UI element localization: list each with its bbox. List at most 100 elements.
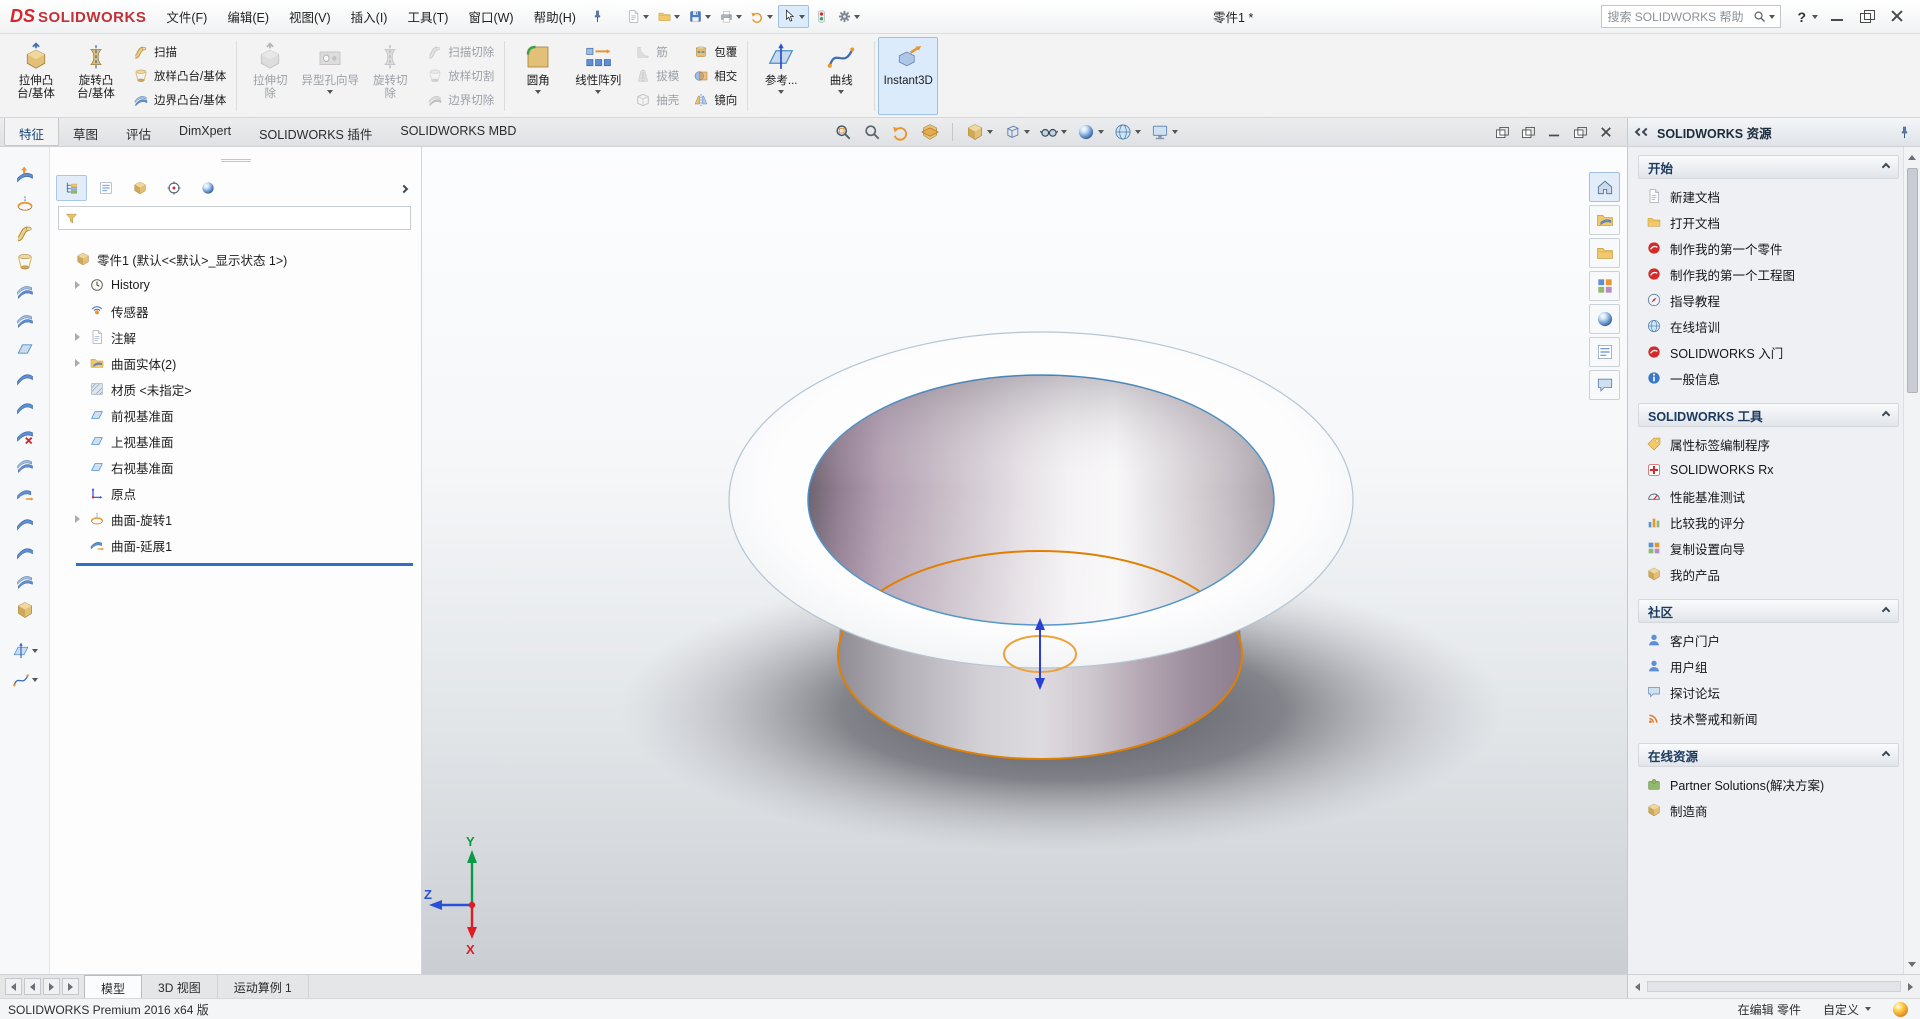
help-search-box[interactable]: 搜索 SOLIDWORKS 帮助 [1601,5,1782,28]
pin-task-pane-icon[interactable] [1897,125,1912,140]
scrollbar-thumb[interactable] [1906,168,1918,393]
tree-item-front-plane[interactable]: 前视基准面 [50,402,421,428]
property-manager-tab[interactable] [90,175,121,201]
mirror-button[interactable]: 镜向 [689,91,741,109]
wrap-button[interactable]: 包覆 [689,43,741,61]
tab-features[interactable]: 特征 [4,118,60,146]
menu-view[interactable]: 视图(V) [279,2,341,31]
tree-item-annotations[interactable]: 注解 [50,324,421,350]
rollback-bar[interactable] [76,563,413,566]
section-online-header[interactable]: 在线资源 [1638,743,1899,767]
first-tab-button[interactable] [5,978,22,995]
tree-item-origin[interactable]: 原点 [50,480,421,506]
view-orientation-button[interactable] [963,121,995,143]
feature-manager-tab[interactable] [56,175,87,201]
shell-button[interactable]: 抽壳 [631,91,683,109]
section-start-header[interactable]: 开始 [1638,155,1899,179]
surface-ruled-button[interactable] [12,366,38,390]
tab-evaluate[interactable]: 评估 [112,118,165,146]
restore-button[interactable] [1860,10,1875,23]
scroll-up-icon[interactable] [1906,150,1919,164]
manufacturers-item[interactable]: 制造商 [1638,797,1899,823]
property-tab-builder-item[interactable]: 属性标签编制程序 [1638,431,1899,457]
surface-knit-button[interactable] [12,569,38,593]
scroll-right-icon[interactable] [1904,980,1917,994]
new-document-item[interactable]: 新建文档 [1638,183,1899,209]
edit-appearance-button[interactable] [1074,121,1106,143]
dimxpert-manager-tab[interactable] [158,175,189,201]
lofted-boss-button[interactable]: 放样凸台/基体 [129,67,230,85]
hide-show-items-button[interactable] [1037,121,1069,143]
task-tab-view-palette[interactable] [1589,271,1620,301]
revolved-cut-button[interactable]: 旋转切 除 [360,37,420,115]
configuration-manager-tab[interactable] [124,175,155,201]
surface-sweep-button[interactable] [12,221,38,245]
boundary-boss-button[interactable]: 边界凸台/基体 [129,91,230,109]
surface-planar-button[interactable] [12,337,38,361]
tab-dimxpert[interactable]: DimXpert [165,118,245,146]
tree-filter-input[interactable] [58,206,411,230]
last-tab-button[interactable] [62,978,79,995]
extruded-boss-button[interactable]: 拉伸凸 台/基体 [6,37,66,115]
new-document-button[interactable] [623,6,652,27]
surface-trim-button[interactable] [12,511,38,535]
discussion-forum-item[interactable]: 探讨论坛 [1638,679,1899,705]
view-settings-button[interactable] [1148,121,1180,143]
general-info-item[interactable]: 一般信息 [1638,365,1899,391]
previous-view-button[interactable] [889,121,913,143]
task-tab-appearances[interactable] [1589,304,1620,334]
model-3d[interactable]: Y Z X [422,147,1627,974]
surface-extrude-button[interactable] [12,163,38,187]
task-tab-resources[interactable] [1589,172,1620,202]
tutorials-item[interactable]: 指导教程 [1638,287,1899,313]
collapse-task-pane-icon[interactable] [1634,127,1651,137]
tree-item-top-plane[interactable]: 上视基准面 [50,428,421,454]
extruded-cut-button[interactable]: 拉伸切 除 [240,37,300,115]
surface-untrim-button[interactable] [12,540,38,564]
help-button[interactable]: ? [1789,9,1810,25]
panel-splitter-handle[interactable] [50,147,421,173]
task-tab-design-library[interactable] [1589,205,1620,235]
intersect-button[interactable]: 相交 [689,67,741,85]
compare-score-item[interactable]: 比较我的评分 [1638,509,1899,535]
previous-tab-button[interactable] [24,978,41,995]
surface-fill-button[interactable] [12,395,38,419]
boundary-cut-button[interactable]: 边界切除 [423,91,498,109]
surface-offset-button[interactable] [12,308,38,332]
solidworks-rx-item[interactable]: SOLIDWORKS Rx [1638,457,1899,483]
curves-tool-button[interactable] [12,668,38,692]
menu-file[interactable]: 文件(F) [156,2,217,31]
options-button[interactable] [834,6,863,27]
tab-motion-study-1[interactable]: 运动算例 1 [218,975,309,998]
swept-boss-button[interactable]: 扫描 [129,43,230,61]
menu-edit[interactable]: 编辑(E) [217,2,279,31]
surface-thicken-button[interactable] [12,598,38,622]
customize-menu[interactable]: 自定义 [1823,1001,1871,1018]
status-sphere-icon[interactable] [1893,1001,1908,1017]
apply-scene-button[interactable] [1111,121,1143,143]
flyout-expand-icon[interactable] [393,177,415,199]
online-training-item[interactable]: 在线培训 [1638,313,1899,339]
revolved-boss-button[interactable]: 旋转凸 台/基体 [66,37,126,115]
doc-minimize-button[interactable] [1548,126,1560,137]
display-style-button[interactable] [1000,121,1032,143]
surface-delete-face-button[interactable] [12,424,38,448]
tech-alerts-item[interactable]: 技术警戒和新闻 [1638,705,1899,731]
surface-replace-face-button[interactable] [12,453,38,477]
tree-item-part[interactable]: 零件1 (默认<<默认>_显示状态 1>) [50,246,421,272]
tree-item-right-plane[interactable]: 右视基准面 [50,454,421,480]
my-products-item[interactable]: 我的产品 [1638,561,1899,587]
reference-geometry-tool-button[interactable] [12,639,38,663]
tree-item-surface-bodies[interactable]: 曲面实体(2) [50,350,421,376]
open-document-item[interactable]: 打开文档 [1638,209,1899,235]
doc-close-button[interactable] [1600,126,1612,137]
select-button[interactable] [777,5,809,28]
tab-model[interactable]: 模型 [84,975,143,998]
tab-solidworks-mbd[interactable]: SOLIDWORKS MBD [386,118,530,146]
draft-button[interactable]: 拔模 [631,67,683,85]
menu-help[interactable]: 帮助(H) [524,2,586,31]
copy-settings-item[interactable]: 复制设置向导 [1638,535,1899,561]
task-pane-horizontal-scrollbar[interactable] [1627,975,1920,998]
zoom-to-area-button[interactable] [860,121,884,143]
hscroll-track[interactable] [1647,981,1901,992]
